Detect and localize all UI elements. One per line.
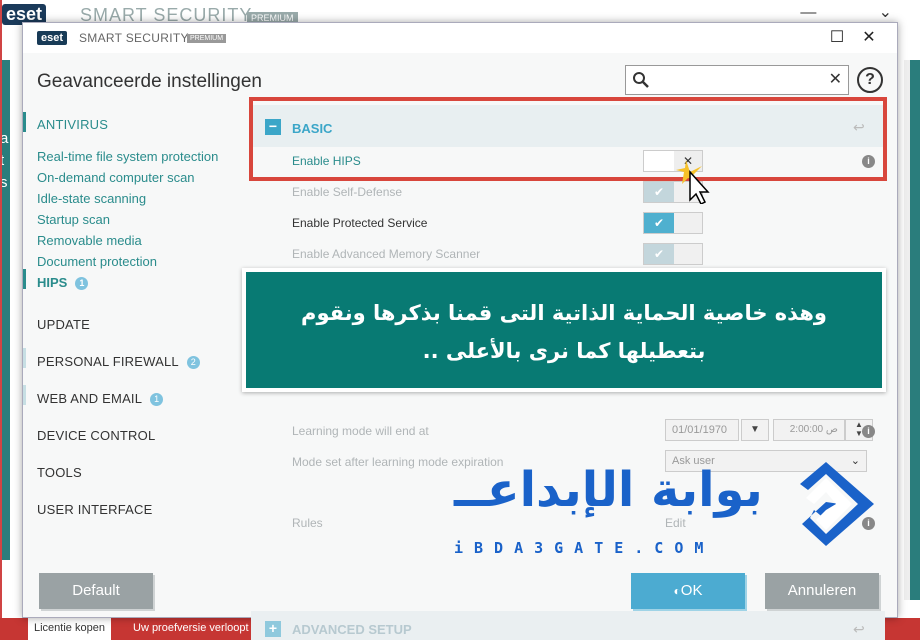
enable-hips-label: Enable HIPS: [292, 154, 361, 168]
revert-icon[interactable]: ↩: [853, 621, 869, 637]
setting-row-protected-service: Enable Protected Service ✔: [251, 208, 885, 238]
advanced-setup-header[interactable]: + ADVANCED SETUP ↩: [251, 611, 885, 640]
check-icon: ✔: [644, 213, 674, 233]
sidebar-subitem-removable[interactable]: Removable media: [37, 233, 142, 248]
callout-line-2: بتعطيلها كما نرى بالأعلى ..: [422, 339, 706, 363]
sidebar-item-antivirus[interactable]: ANTIVIRUS: [37, 117, 108, 132]
search-clear-icon[interactable]: ✕: [829, 69, 842, 89]
setting-row-self-defense: Enable Self-Defense ✔: [251, 177, 885, 207]
setting-row-mode-after: Mode set after learning mode expiration …: [251, 447, 885, 477]
time-value: 2:00:00 ص: [789, 424, 838, 435]
advanced-setup-title: ADVANCED SETUP: [292, 622, 412, 637]
date-picker[interactable]: 01/01/1970: [665, 419, 739, 441]
sidebar-item-firewall-label: PERSONAL FIREWALL: [37, 354, 179, 369]
arabic-callout: وهذه خاصية الحماية الذاتية التى قمنا بذك…: [242, 268, 886, 392]
background-window-controls[interactable]: — ⌄: [800, 2, 892, 22]
default-button[interactable]: Default: [39, 573, 153, 609]
sidebar-subitem-idle[interactable]: Idle-state scanning: [37, 191, 146, 206]
ok-button-label: OK: [680, 582, 703, 599]
callout-line-1: وهذه خاصية الحماية الذاتية التى قمنا بذك…: [301, 301, 827, 325]
info-icon[interactable]: i: [862, 425, 875, 438]
callout-text: وهذه خاصية الحماية الذاتية التى قمنا بذك…: [246, 272, 882, 388]
search-box: ✕: [625, 65, 849, 95]
hips-badge: 1: [75, 277, 89, 290]
sidebar-subitem-realtime[interactable]: Real-time file system protection: [37, 149, 218, 164]
expand-icon[interactable]: +: [265, 621, 281, 637]
sidebar-marker-hips: [23, 269, 26, 289]
sidebar-item-hips[interactable]: HIPS 1: [37, 275, 89, 290]
background-right-panel: [904, 60, 920, 600]
sidebar-item-device-control[interactable]: DEVICE CONTROL: [37, 428, 155, 443]
date-value: 01/01/1970: [672, 424, 728, 436]
basic-section-header[interactable]: − BASIC ↩: [251, 105, 885, 147]
setting-row-enable-hips: Enable HIPS ✕ i: [251, 146, 885, 176]
chevron-down-icon: ⌄: [850, 455, 860, 467]
learning-end-label: Learning mode will end at: [292, 424, 429, 438]
page-title: Geavanceerde instellingen: [37, 71, 262, 92]
license-button[interactable]: Licentie kopen: [28, 618, 111, 640]
eset-logo: eset: [37, 31, 68, 45]
mouse-cursor-icon: [676, 160, 710, 204]
mode-value: Ask user: [672, 455, 715, 467]
check-icon: ✔: [644, 182, 674, 202]
protected-service-label: Enable Protected Service: [292, 216, 428, 230]
shield-icon: ◐: [673, 584, 681, 598]
rules-label: Rules: [292, 516, 323, 530]
search-icon: [633, 72, 649, 88]
date-dropdown[interactable]: ▼: [741, 419, 769, 441]
setting-row-learning-end: Learning mode will end at 01/01/1970 ▼ 2…: [251, 416, 885, 446]
sidebar-item-web-label: WEB AND EMAIL: [37, 391, 143, 406]
sidebar-subitem-ondemand[interactable]: On-demand computer scan: [37, 170, 195, 185]
mode-select[interactable]: Ask user ⌄: [665, 450, 867, 472]
rules-edit-link[interactable]: Edit: [665, 516, 686, 530]
setting-row-memory-scanner: Enable Advanced Memory Scanner ✔: [251, 239, 885, 269]
cancel-button[interactable]: Annuleren: [765, 573, 879, 609]
protected-service-toggle[interactable]: ✔: [643, 212, 703, 234]
dialog-app-name: SMART SECURITY: [79, 31, 189, 45]
info-icon[interactable]: i: [862, 155, 875, 168]
info-icon[interactable]: i: [862, 517, 875, 530]
memory-scanner-toggle[interactable]: ✔: [643, 243, 703, 265]
firewall-badge: 2: [186, 356, 200, 369]
check-icon: ✔: [644, 244, 674, 264]
mode-after-label: Mode set after learning mode expiration: [292, 455, 504, 469]
collapse-icon[interactable]: −: [265, 119, 281, 135]
toggle-empty: [644, 151, 674, 171]
toggle-off-half: [674, 244, 702, 264]
time-input[interactable]: 2:00:00 ص: [773, 419, 845, 441]
memory-scanner-label: Enable Advanced Memory Scanner: [292, 247, 481, 261]
basic-section-title: BASIC: [292, 121, 333, 136]
sidebar-subitem-document[interactable]: Document protection: [37, 254, 157, 269]
sidebar-marker-firewall: [23, 348, 26, 368]
dialog-titlebar: eset SMART SECURITY PREMIUM ☐ ✕: [23, 23, 897, 53]
sidebar-item-user-interface[interactable]: USER INTERFACE: [37, 502, 152, 517]
sidebar-subitem-startup[interactable]: Startup scan: [37, 212, 110, 227]
self-defense-label: Enable Self-Defense: [292, 185, 403, 199]
help-icon[interactable]: ?: [857, 67, 883, 93]
web-badge: 1: [150, 393, 164, 406]
maximize-icon[interactable]: ☐: [827, 27, 847, 47]
background-edge-line: [0, 0, 2, 640]
dialog-premium-badge: PREMIUM: [187, 34, 227, 43]
sidebar-item-firewall[interactable]: PERSONAL FIREWALL 2: [37, 354, 200, 369]
sidebar-marker-antivirus: [23, 112, 26, 132]
close-icon[interactable]: ✕: [859, 27, 879, 47]
ok-button[interactable]: ◐OK: [631, 573, 745, 609]
sidebar-item-hips-label: HIPS: [37, 275, 68, 290]
sidebar-marker-web: [23, 385, 26, 405]
revert-icon[interactable]: ↩: [853, 119, 869, 135]
search-input[interactable]: [654, 70, 824, 90]
sidebar-item-tools[interactable]: TOOLS: [37, 465, 82, 480]
sidebar-item-web-email[interactable]: WEB AND EMAIL 1: [37, 391, 164, 406]
setting-row-rules: Rules Edit i: [251, 508, 885, 538]
sidebar-item-update[interactable]: UPDATE: [37, 317, 90, 332]
toggle-off-half: [674, 213, 702, 233]
